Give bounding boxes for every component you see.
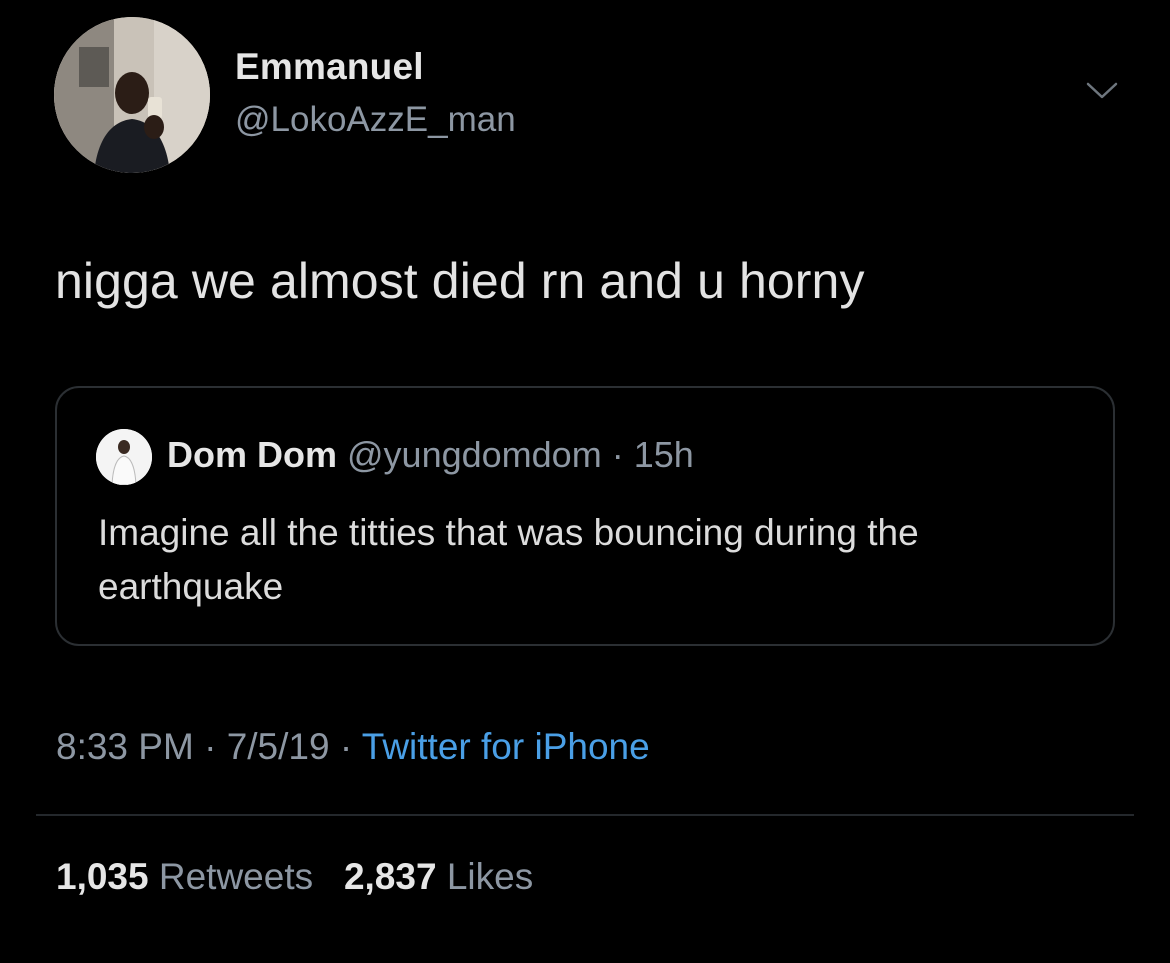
quoted-tweet-header: Dom Dom @yungdomdom · 15h xyxy=(167,434,694,476)
author-handle[interactable]: @LokoAzzE_man xyxy=(235,100,516,140)
meta-separator: · xyxy=(193,726,227,767)
likes-label: Likes xyxy=(446,856,534,897)
quoted-tweet-card[interactable]: Dom Dom @yungdomdom · 15h Imagine all th… xyxy=(55,386,1115,646)
meta-separator: · xyxy=(329,726,362,767)
retweets-label: Retweets xyxy=(158,856,314,897)
quoted-avatar-photo xyxy=(96,429,152,485)
retweets-stat[interactable]: 1,035 Retweets xyxy=(56,856,313,897)
quoted-author-avatar[interactable] xyxy=(96,429,152,485)
likes-count: 2,837 xyxy=(343,856,437,897)
tweet-stats: 1,035 Retweets 2,837 Likes xyxy=(56,856,533,898)
quoted-separator: · xyxy=(611,434,624,475)
tweet-source-link[interactable]: Twitter for iPhone xyxy=(362,726,650,767)
tweet: Emmanuel @LokoAzzE_man nigga we almost d… xyxy=(0,0,1170,963)
quoted-timestamp[interactable]: 15h xyxy=(634,434,694,475)
quoted-author-handle[interactable]: @yungdomdom xyxy=(347,434,602,475)
tweet-meta: 8:33 PM · 7/5/19 · Twitter for iPhone xyxy=(56,726,650,768)
chevron-down-icon[interactable] xyxy=(1084,78,1120,102)
tweet-date[interactable]: 7/5/19 xyxy=(227,726,330,767)
quoted-author-name[interactable]: Dom Dom xyxy=(167,434,337,475)
author-avatar[interactable] xyxy=(54,17,210,173)
likes-stat[interactable]: 2,837 Likes xyxy=(344,856,533,897)
tweet-time[interactable]: 8:33 PM xyxy=(56,726,194,767)
divider xyxy=(36,814,1134,816)
author-display-name[interactable]: Emmanuel xyxy=(235,46,424,88)
tweet-text: nigga we almost died rn and u horny xyxy=(55,253,865,309)
retweets-count: 1,035 xyxy=(56,856,149,897)
quoted-tweet-text: Imagine all the titties that was bouncin… xyxy=(98,512,919,607)
avatar-photo xyxy=(54,17,210,173)
